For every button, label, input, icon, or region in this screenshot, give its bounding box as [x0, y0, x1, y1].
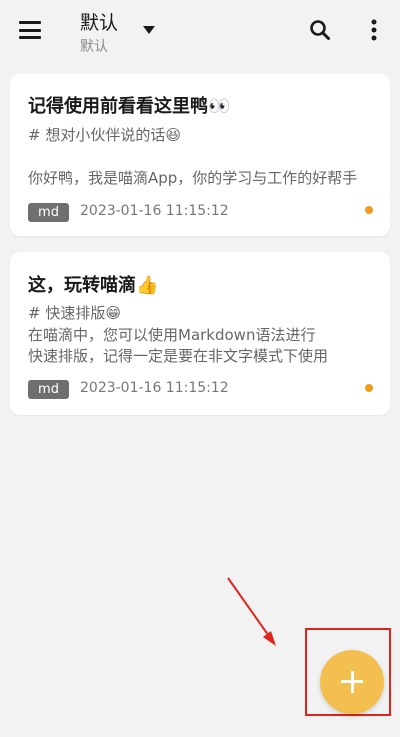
add-note-button[interactable] [320, 650, 384, 714]
note-preview: 你好鸭，我是喵滴App，你的学习与工作的好帮手 [28, 169, 358, 187]
status-dot-icon [365, 384, 373, 392]
note-preview-line2: 快速排版，记得一定是要在非文字模式下使用 [28, 347, 329, 365]
menu-icon[interactable] [18, 18, 42, 42]
search-icon[interactable] [306, 16, 334, 44]
note-card[interactable]: 记得使用前看看这里鸭👀 # 想对小伙伴说的话😆 你好鸭，我是喵滴App，你的学习… [10, 74, 390, 236]
note-tag-badge: md [28, 203, 69, 222]
note-heading: # 想对小伙伴说的话😆 [28, 126, 181, 144]
note-preview-line1: 在喵滴中，您可以使用Markdown语法进行 [28, 326, 316, 344]
note-heading: # 快速排版😁 [28, 304, 121, 322]
note-title: 记得使用前看看这里鸭👀 [28, 96, 231, 117]
status-dot-icon [365, 206, 373, 214]
note-card[interactable]: 这，玩转喵滴👍 # 快速排版😁 在喵滴中，您可以使用Markdown语法进行 快… [10, 252, 390, 415]
app-bar: 默认 默认 [0, 0, 400, 64]
note-title: 这，玩转喵滴👍 [28, 275, 159, 296]
note-tag-badge: md [28, 380, 69, 399]
note-datetime: 2023-01-16 11:15:12 [80, 380, 229, 396]
folder-title[interactable]: 默认 [80, 8, 118, 35]
more-vert-icon[interactable] [362, 16, 386, 44]
folder-subtitle: 默认 [80, 39, 108, 55]
dropdown-icon[interactable] [140, 22, 158, 38]
note-datetime: 2023-01-16 11:15:12 [80, 203, 229, 219]
